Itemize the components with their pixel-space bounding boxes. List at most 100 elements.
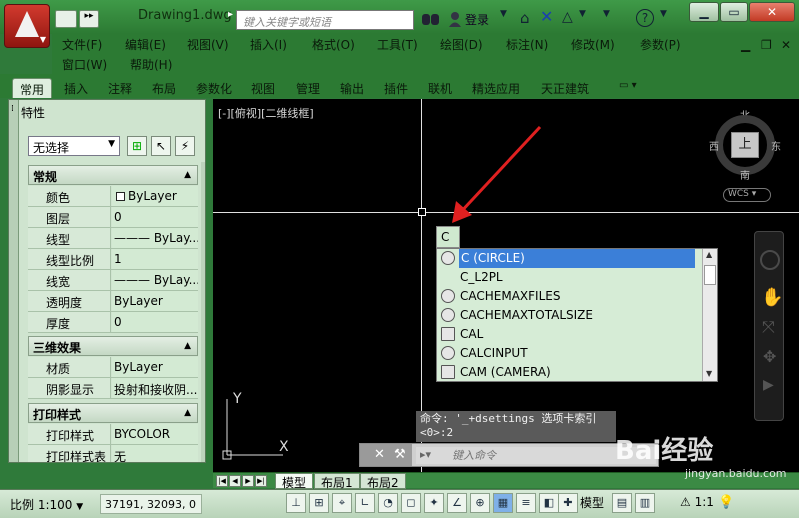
command-line-grip[interactable]: ✕ ⚒ [360, 444, 412, 466]
orbit-icon[interactable]: ✥ [763, 347, 776, 366]
menu-parametric[interactable]: 参数(P) [640, 36, 681, 53]
suggestion-item[interactable]: CACHEMAXFILES [437, 287, 701, 306]
property-value[interactable]: ByLayer [112, 291, 198, 311]
snap-mode-icon[interactable]: ⊞ [309, 493, 329, 513]
quick-access-more-button[interactable]: ▸▸ [79, 10, 99, 28]
first-tab-icon[interactable]: |◀ [216, 475, 228, 487]
quick-view-drawings-icon[interactable]: ▥ [635, 493, 655, 513]
search-expand-icon[interactable]: ▸ [228, 9, 233, 20]
suggestion-item[interactable]: C (CIRCLE) [459, 249, 695, 268]
doc-minimize-button[interactable]: ▁ [741, 38, 750, 52]
tab-insert[interactable]: 插入 [57, 78, 95, 98]
scroll-thumb[interactable] [704, 265, 716, 285]
viewcube-top-face[interactable]: 上 [731, 132, 759, 158]
menu-insert[interactable]: 插入(I) [250, 36, 287, 53]
property-value[interactable]: 投射和接收阴... [112, 378, 198, 398]
infer-constraints-icon[interactable]: ⊥ [286, 493, 306, 513]
palette-grip-icon[interactable]: ⁞ [11, 104, 14, 114]
property-row[interactable]: 材质 ByLayer [28, 357, 198, 378]
exchange-apps-icon[interactable]: ⌂ [520, 9, 530, 27]
menu-format[interactable]: 格式(O) [312, 36, 355, 53]
quick-properties-icon[interactable]: ✚ [558, 493, 578, 513]
tab-layout[interactable]: 布局 [145, 78, 183, 98]
doc-restore-button[interactable]: ❐ [761, 38, 772, 52]
x-exchange-icon[interactable]: ✕ [540, 7, 553, 26]
property-value[interactable]: ——— ByLay... [112, 228, 198, 248]
pan-hand-icon[interactable]: ✋ [761, 287, 783, 308]
tab-output[interactable]: 输出 [333, 78, 371, 98]
quick-view-layouts-icon[interactable]: ▤ [612, 493, 632, 513]
tab-featured-apps[interactable]: 精选应用 [465, 78, 527, 98]
search-input[interactable]: 键入关键字或短语 [236, 10, 414, 30]
property-value[interactable]: BYCOLOR [112, 424, 198, 444]
property-value[interactable]: 0 [112, 207, 198, 227]
zoom-icon[interactable]: ⤧ [762, 317, 775, 337]
chevron-down-icon[interactable]: ▼ [660, 9, 667, 19]
property-row[interactable]: 图层 0 [28, 207, 198, 228]
tab-home[interactable]: 常用 [12, 78, 53, 98]
selection-dropdown[interactable]: 无选择 ▼ [28, 136, 120, 156]
chevron-down-icon[interactable]: ▼ [500, 9, 507, 19]
property-row[interactable]: 打印样式 BYCOLOR [28, 424, 198, 445]
polar-tracking-icon[interactable]: ◔ [378, 493, 398, 513]
model-space-button[interactable]: 模型 [580, 494, 604, 511]
viewcube[interactable]: 北 西 东 上 南 [709, 107, 785, 187]
property-value[interactable]: 无 [112, 445, 198, 462]
property-value[interactable]: 1 [112, 249, 198, 269]
suggestion-item[interactable]: C_L2PL [437, 268, 701, 287]
menu-edit[interactable]: 编辑(E) [125, 36, 166, 53]
toggle-pickadd-button[interactable]: ⊞ [127, 136, 147, 156]
menu-help[interactable]: 帮助(H) [130, 56, 172, 73]
help-icon[interactable]: ? [636, 9, 654, 27]
suggestion-scrollbar[interactable]: ▲ ▼ [702, 249, 717, 381]
last-tab-icon[interactable]: ▶| [255, 475, 267, 487]
tab-manage[interactable]: 管理 [289, 78, 327, 98]
transparency-icon[interactable]: ◧ [539, 493, 559, 513]
suggestion-item[interactable]: CALCINPUT [437, 344, 701, 363]
quick-select-button[interactable]: ⚡ [175, 136, 195, 156]
new-file-button[interactable] [55, 10, 77, 28]
suggestion-item[interactable]: CAM (CAMERA) [437, 363, 701, 382]
property-row[interactable]: 线宽 ——— ByLay... [28, 270, 198, 291]
prev-tab-icon[interactable]: ◀ [229, 475, 241, 487]
annotation-scale[interactable]: ⚠ 1:1 [680, 495, 714, 509]
menu-window[interactable]: 窗口(W) [62, 56, 107, 73]
property-row[interactable]: 打印样式表无 [28, 445, 198, 462]
user-icon[interactable] [448, 11, 462, 27]
tab-model[interactable]: 模型 [275, 473, 314, 490]
suggestion-item[interactable]: CACHEMAXTOTALSIZE [437, 306, 701, 325]
property-value[interactable]: 0 [112, 312, 198, 332]
scroll-down-icon[interactable]: ▼ [706, 369, 712, 378]
wrench-icon[interactable]: ⚒ [394, 447, 406, 462]
property-value[interactable]: ——— ByLay... [112, 270, 198, 290]
showmotion-icon[interactable]: ▶ [763, 377, 774, 393]
property-value[interactable]: ByLayer [112, 186, 198, 206]
tab-parametric[interactable]: 参数化 [189, 78, 239, 98]
select-objects-button[interactable]: ↖ [151, 136, 171, 156]
binoculars-icon[interactable] [422, 12, 440, 26]
property-row[interactable]: 颜色 ByLayer [28, 186, 198, 207]
menu-draw[interactable]: 绘图(D) [440, 36, 483, 53]
minimize-button[interactable]: ▁ [689, 2, 719, 22]
triangle-connect-icon[interactable]: △ [562, 9, 573, 25]
chevron-down-icon[interactable]: ▼ [579, 9, 586, 19]
ducs-icon[interactable]: ⊕ [470, 493, 490, 513]
maximize-button[interactable]: ▭ [720, 2, 748, 22]
section-plot-style[interactable]: 打印样式 ▲ [28, 403, 198, 423]
chevron-down-icon[interactable]: ▼ [603, 9, 610, 19]
scroll-up-icon[interactable]: ▲ [706, 250, 712, 259]
login-link[interactable]: 登录 [465, 11, 489, 28]
menu-tools[interactable]: 工具(T) [377, 36, 418, 53]
property-value[interactable]: ByLayer [112, 357, 198, 377]
property-row[interactable]: 线型比例 1 [28, 249, 198, 270]
close-icon[interactable]: ✕ [374, 447, 385, 462]
section-3d-effects[interactable]: 三维效果 ▲ [28, 336, 198, 356]
annotation-visibility-icon[interactable]: 💡 [718, 495, 734, 510]
viewport-controls-label[interactable]: [-][俯视][二维线框] [218, 105, 314, 121]
ortho-mode-icon[interactable]: ∟ [355, 493, 375, 513]
menu-modify[interactable]: 修改(M) [571, 36, 615, 53]
section-general[interactable]: 常规 ▲ [28, 165, 198, 185]
grid-display-icon[interactable]: ⌖ [332, 493, 352, 513]
object-snap-icon[interactable]: ◻ [401, 493, 421, 513]
palette-title-strip[interactable] [9, 100, 19, 462]
